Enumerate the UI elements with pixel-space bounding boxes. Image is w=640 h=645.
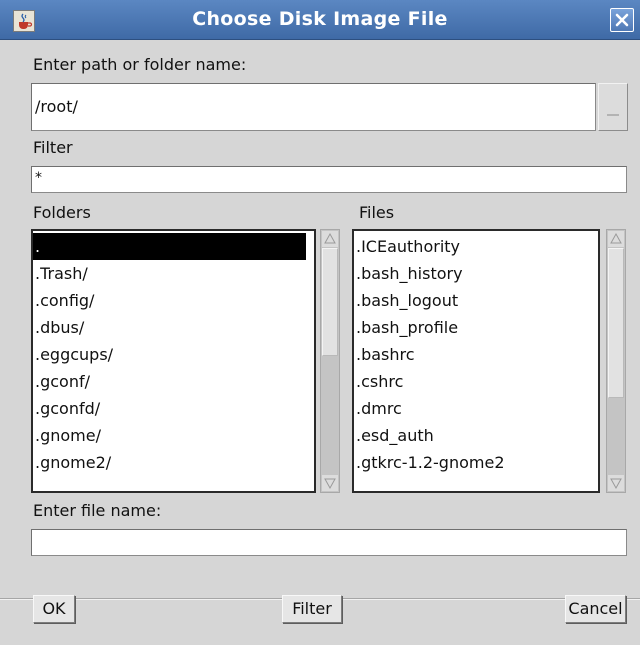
path-input[interactable]: /root/ [31, 83, 596, 131]
files-label: Files [359, 203, 395, 222]
arrow-down-icon [324, 478, 336, 490]
folder-item[interactable]: .config/ [33, 287, 314, 314]
scroll-up-button[interactable] [322, 231, 338, 247]
file-item[interactable]: .gtkrc-1.2-gnome2 [354, 449, 598, 476]
folder-item[interactable]: .gconfd/ [33, 395, 314, 422]
browse-button[interactable] [598, 83, 628, 131]
scroll-thumb[interactable] [608, 248, 624, 398]
filename-input[interactable] [31, 529, 627, 556]
title-bar[interactable]: Choose Disk Image File [0, 0, 640, 40]
filter-button[interactable]: Filter [282, 595, 342, 623]
filter-input[interactable]: * [31, 166, 627, 193]
folder-item[interactable]: .gnome/ [33, 422, 314, 449]
folders-label: Folders [33, 203, 91, 222]
folders-scrollbar[interactable] [320, 229, 340, 493]
file-item[interactable]: .dmrc [354, 395, 598, 422]
cancel-button[interactable]: Cancel [565, 595, 626, 623]
file-item[interactable]: .ICEauthority [354, 233, 598, 260]
scroll-thumb[interactable] [322, 248, 338, 356]
window-title: Choose Disk Image File [192, 8, 448, 30]
file-item[interactable]: .esd_auth [354, 422, 598, 449]
folders-list[interactable]: . .Trash/ .config/ .dbus/ .eggcups/ .gco… [31, 229, 316, 493]
arrow-down-icon [610, 478, 622, 490]
folder-item[interactable]: .gconf/ [33, 368, 314, 395]
filename-label: Enter file name: [33, 501, 162, 520]
filter-label: Filter [33, 138, 73, 157]
arrow-up-icon [324, 232, 336, 244]
path-label: Enter path or folder name: [33, 55, 247, 74]
ok-button[interactable]: OK [33, 595, 75, 623]
file-item[interactable]: .cshrc [354, 368, 598, 395]
folder-item[interactable]: .Trash/ [33, 260, 314, 287]
files-scrollbar[interactable] [606, 229, 626, 493]
scroll-down-button[interactable] [322, 475, 338, 491]
close-button[interactable] [610, 8, 634, 32]
button-dash-icon [607, 114, 619, 116]
files-list[interactable]: .ICEauthority .bash_history .bash_logout… [352, 229, 600, 493]
file-item[interactable]: .bash_logout [354, 287, 598, 314]
folder-item[interactable]: .gnome2/ [33, 449, 314, 476]
close-icon [615, 13, 629, 27]
folder-item[interactable]: . [33, 233, 306, 260]
file-item[interactable]: .bashrc [354, 341, 598, 368]
scroll-down-button[interactable] [608, 475, 624, 491]
file-item[interactable]: .bash_history [354, 260, 598, 287]
file-item[interactable]: .bash_profile [354, 314, 598, 341]
scroll-up-button[interactable] [608, 231, 624, 247]
folder-item[interactable]: .dbus/ [33, 314, 314, 341]
arrow-up-icon [610, 232, 622, 244]
folder-item[interactable]: .eggcups/ [33, 341, 314, 368]
